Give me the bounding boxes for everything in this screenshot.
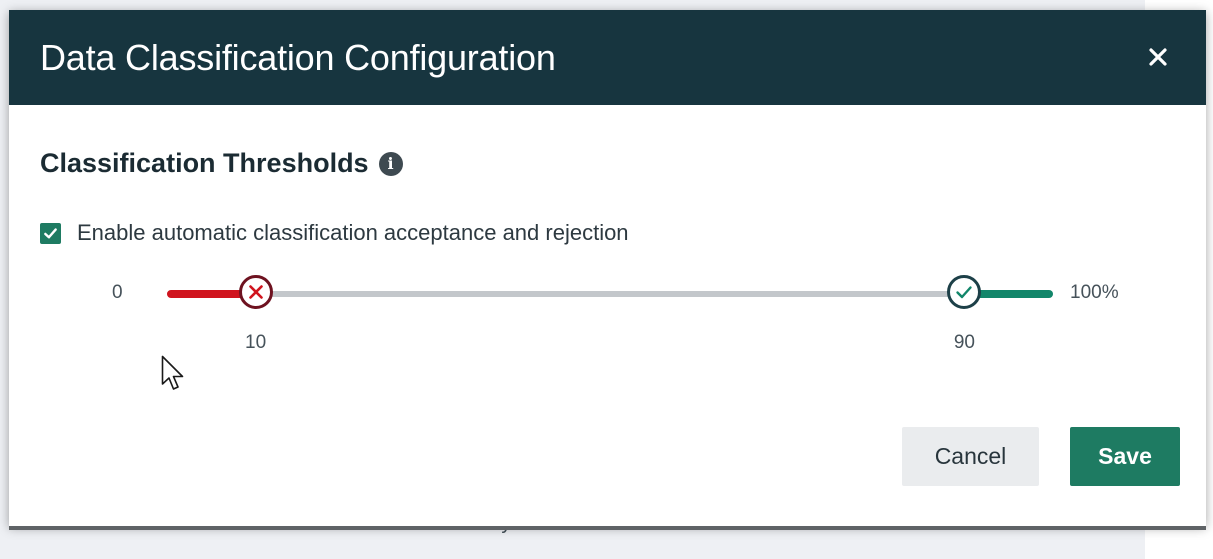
slider-min-label: 0 [112, 282, 123, 303]
dialog-header: Data Classification Configuration [9, 10, 1206, 105]
reject-threshold-handle[interactable] [238, 275, 273, 309]
check-circle-icon [956, 286, 973, 299]
save-button[interactable]: Save [1070, 427, 1180, 486]
enable-auto-classification-checkbox[interactable] [40, 222, 61, 244]
accept-threshold-handle[interactable] [947, 275, 982, 309]
info-icon[interactable]: i [378, 151, 403, 176]
dialog-title: Data Classification Configuration [40, 36, 556, 78]
close-icon[interactable] [1146, 45, 1170, 69]
slider-track[interactable] [167, 291, 1053, 297]
slider-max-label: 100% [1070, 282, 1119, 303]
threshold-range-slider[interactable] [167, 275, 1053, 313]
cancel-button[interactable]: Cancel [902, 427, 1039, 486]
close-button[interactable] [1146, 45, 1170, 69]
enable-auto-classification-row[interactable]: Enable automatic classification acceptan… [40, 220, 629, 246]
accept-threshold-value: 90 [953, 332, 975, 353]
section-title: Classification Thresholds i [40, 148, 403, 179]
mouse-cursor-icon [161, 355, 184, 390]
section-title-text: Classification Thresholds [40, 148, 369, 178]
classification-config-dialog: Data Classification Configuration Classi… [9, 10, 1206, 526]
reject-threshold-value: 10 [245, 332, 267, 353]
checkmark-icon [44, 227, 57, 238]
enable-auto-classification-label: Enable automatic classification acceptan… [77, 220, 629, 245]
x-circle-icon [248, 285, 263, 299]
